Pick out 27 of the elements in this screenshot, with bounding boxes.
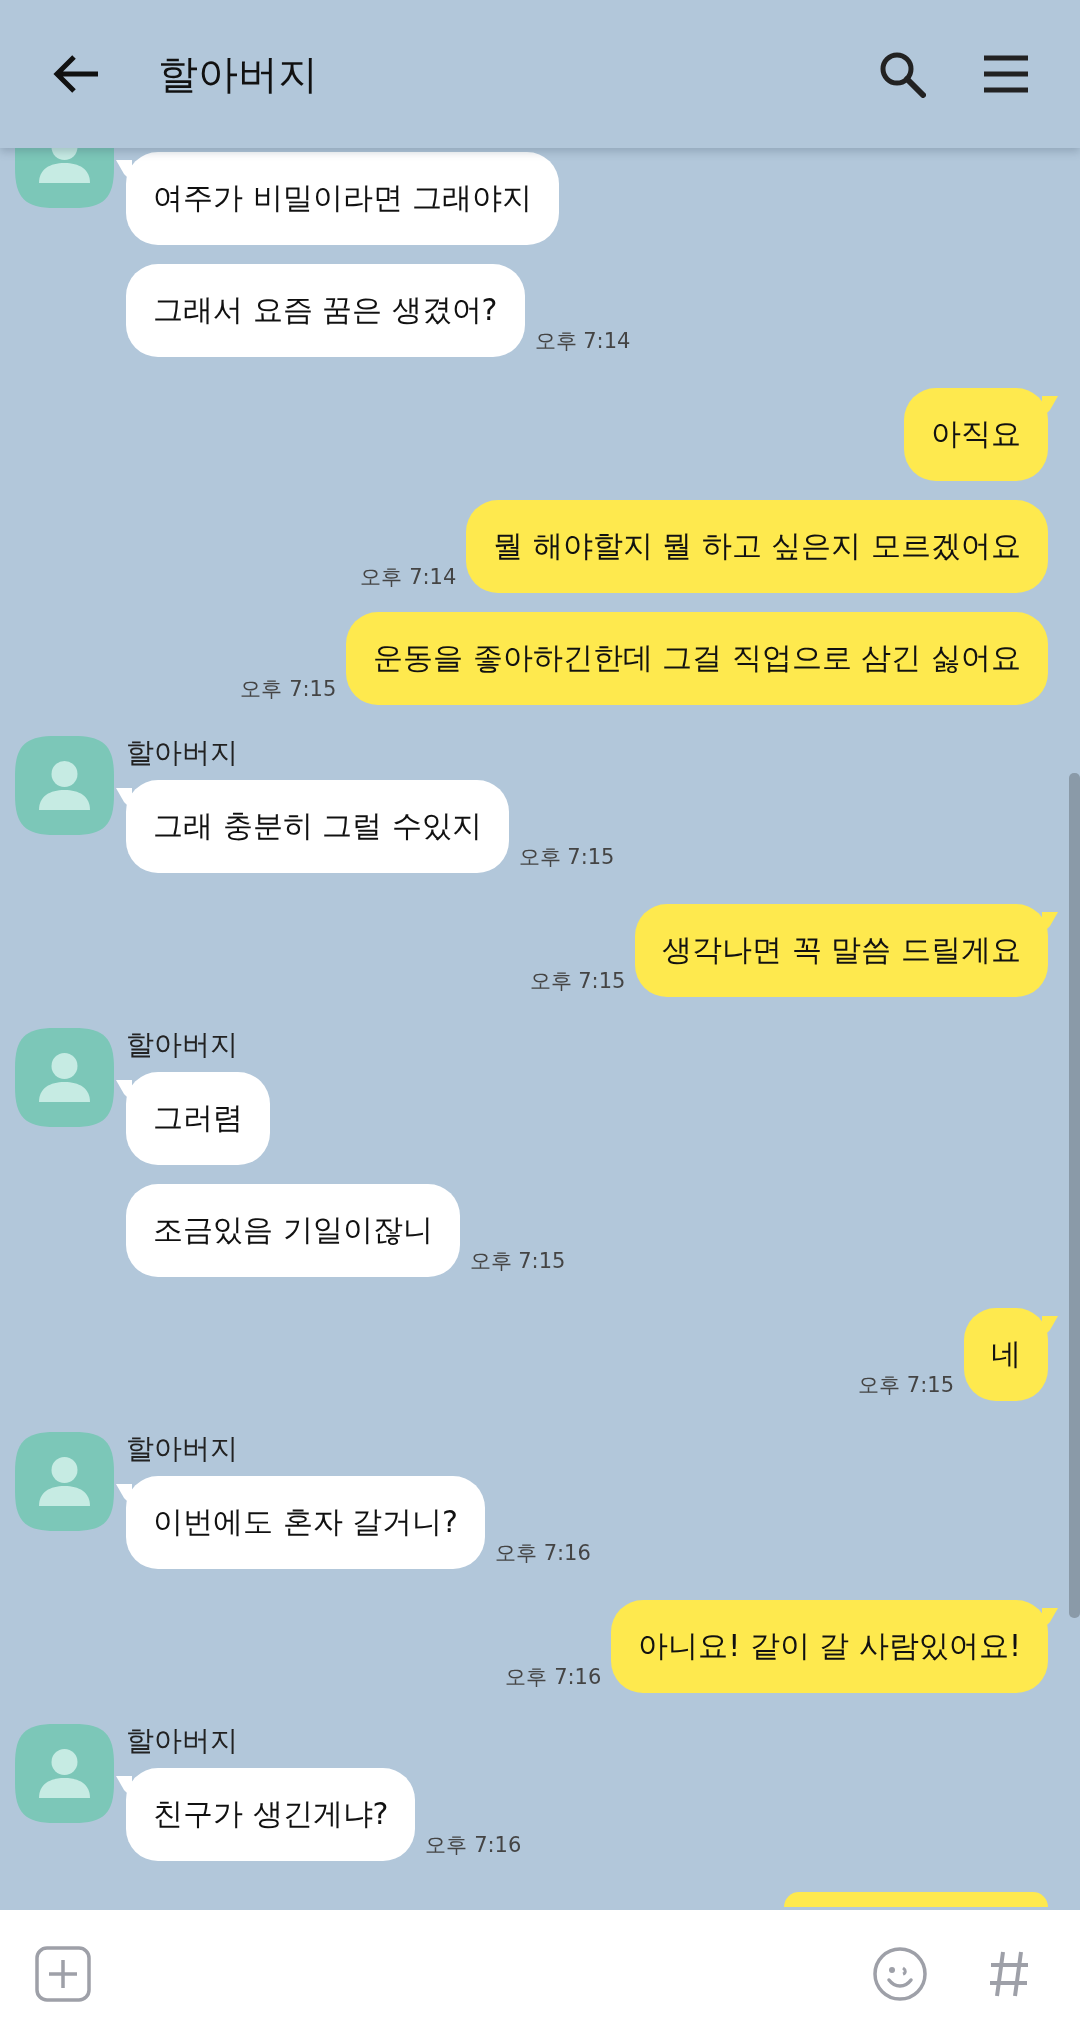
avatar[interactable]	[15, 1432, 114, 1531]
chat-title: 할아버지	[158, 49, 319, 99]
avatar[interactable]	[15, 1028, 114, 1127]
sender-name: 할아버지	[125, 736, 239, 770]
back-icon[interactable]	[52, 54, 100, 94]
message-time: 오후 7:15	[858, 1372, 954, 1399]
hashtag-icon[interactable]	[988, 1949, 1030, 1999]
message-time: 오후 7:15	[469, 1248, 566, 1275]
menu-icon[interactable]	[982, 54, 1030, 94]
avatar[interactable]	[15, 1724, 114, 1823]
avatar[interactable]	[15, 148, 114, 208]
message-time: 오후 7:16	[505, 1664, 602, 1691]
message-time: 오후 7:15	[529, 968, 626, 995]
sender-name: 할아버지	[125, 1028, 239, 1062]
add-icon[interactable]	[35, 1946, 91, 2002]
sender-name: 할아버지	[125, 1432, 239, 1466]
sender-name: 할아버지	[125, 1724, 239, 1758]
message-time: 오후 7:15	[240, 676, 337, 703]
message-time: 오후 7:16	[425, 1832, 522, 1859]
emoji-icon[interactable]	[872, 1946, 928, 2002]
avatar[interactable]	[15, 736, 114, 835]
message-time: 오후 7:15	[518, 844, 615, 871]
message-time: 오후 7:16	[495, 1540, 591, 1567]
message-time: 오후 7:14	[534, 328, 631, 355]
message-time: 오후 7:14	[360, 564, 457, 591]
search-icon[interactable]	[878, 50, 926, 98]
scrollbar[interactable]	[1069, 773, 1080, 1618]
